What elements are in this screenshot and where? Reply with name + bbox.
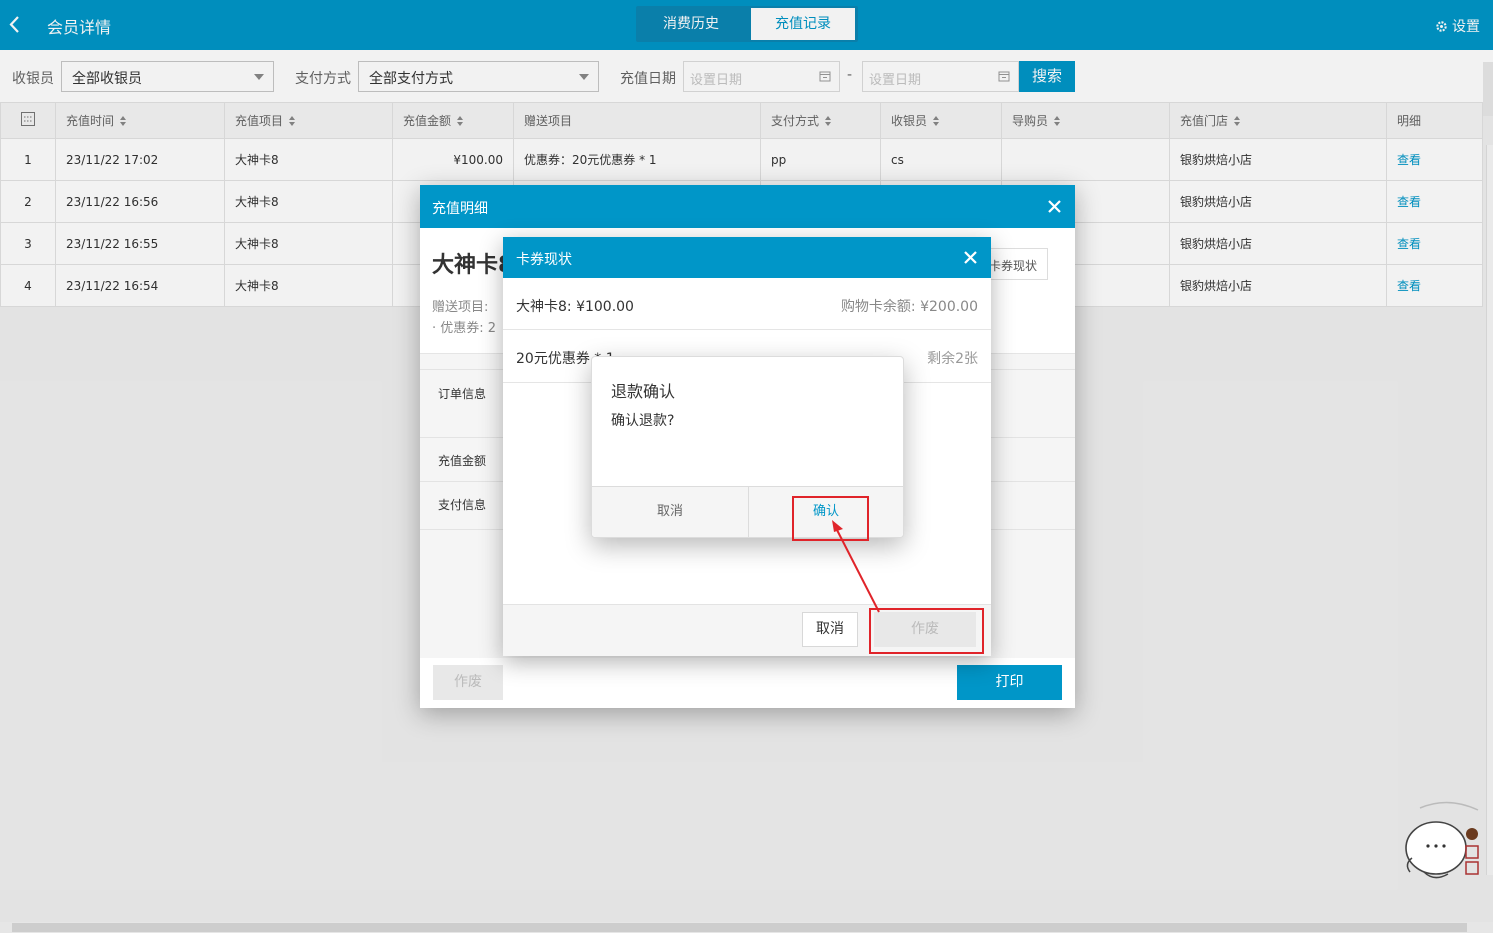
close-icon[interactable]	[964, 251, 977, 264]
highlight-confirm-box	[792, 496, 869, 541]
dialog-header: 卡券现状	[503, 237, 991, 278]
cancel-button[interactable]: 取消	[592, 487, 748, 537]
gift-label: 赠送项目:	[432, 300, 489, 315]
dialog-title: 卡券现状	[516, 252, 572, 268]
close-icon[interactable]	[1048, 200, 1061, 213]
divider	[503, 329, 991, 330]
void-button-disabled: 作废	[433, 665, 503, 700]
card-amount-line: 大神卡8: ¥100.00	[516, 299, 634, 315]
mascot-sticker	[1398, 798, 1490, 890]
coupon-remaining: 剩余2张	[927, 351, 978, 367]
order-info-label: 订单信息	[438, 387, 487, 401]
card-balance: 购物卡余额: ¥200.00	[840, 299, 978, 315]
cancel-button[interactable]: 取消	[802, 612, 858, 647]
gift-coupon: · 优惠券: 2	[432, 321, 497, 336]
payment-info-label: 支付信息	[438, 498, 487, 512]
recharge-amount-label: 充值金额	[438, 454, 487, 468]
card-name: 大神卡8	[432, 253, 514, 278]
dialog-title: 充值明细	[432, 201, 488, 217]
dialog-title: 退款确认	[611, 382, 676, 401]
dialog-message: 确认退款?	[611, 413, 675, 429]
highlight-void-box	[869, 608, 984, 654]
dialog-header: 充值明细	[420, 185, 1075, 228]
print-button[interactable]: 打印	[957, 665, 1062, 700]
